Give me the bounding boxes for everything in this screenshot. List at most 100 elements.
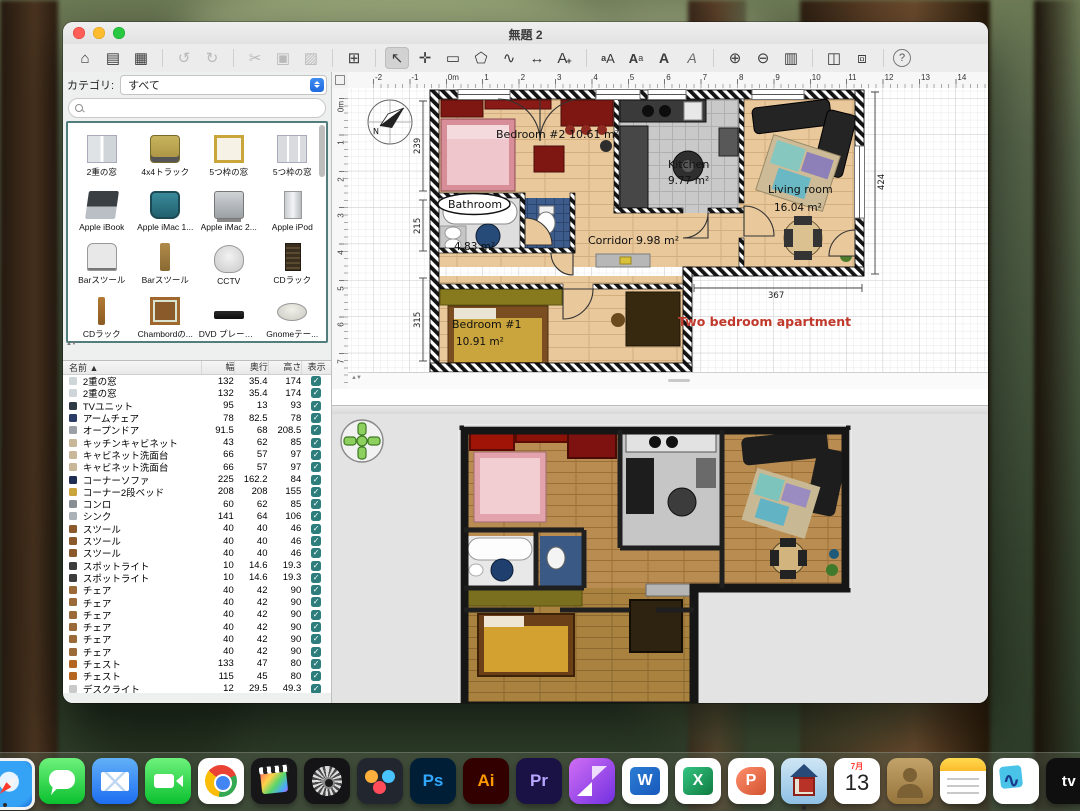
compressor-dock-icon[interactable] [304,758,350,804]
visible-checkbox[interactable]: ✓ [311,475,321,485]
davinci-resolve-dock-icon[interactable] [357,758,403,804]
visible-checkbox[interactable]: ✓ [311,585,321,595]
new-home-icon[interactable]: ⌂ [73,47,97,69]
catalog-item[interactable]: Apple iBook [70,179,134,233]
column-width[interactable]: 幅 [201,361,234,374]
pan-tool-icon[interactable]: ✛ [413,47,437,69]
catalog-item[interactable]: DVD プレーヤ... [197,287,261,341]
catalog-item[interactable]: Apple iPod [261,179,325,233]
create-walls-icon[interactable]: ▭ [441,47,465,69]
visible-checkbox[interactable]: ✓ [311,647,321,657]
furniture-row[interactable]: スポットライト1014.619.3✓ [63,572,331,584]
furniture-row[interactable]: キッチンキャビネット436285✓ [63,436,331,448]
panel-splitter-arrows[interactable]: ▲▼ [66,341,76,347]
contacts-dock-icon[interactable] [887,758,933,804]
notes-dock-icon[interactable] [940,758,986,804]
catalog-item[interactable]: Chambordの... [134,287,198,341]
messages-dock-icon[interactable] [39,758,85,804]
save-home-icon[interactable]: ▦ [129,47,153,69]
furniture-row[interactable]: シンク14164106✓ [63,510,331,522]
furniture-row[interactable]: 2重の窓13235.4174✓ [63,375,331,387]
catalog-item[interactable]: Apple iMac 1... [134,179,198,233]
column-name[interactable]: 名前 ▲ [63,361,201,374]
visible-checkbox[interactable]: ✓ [311,511,321,521]
furniture-row[interactable]: デスクライト1229.549.3✓ [63,682,331,693]
plan-canvas[interactable]: N 239 215 315 [348,88,988,389]
increase-text-size-icon[interactable]: Aa [624,47,648,69]
furniture-row[interactable]: チェア404290✓ [63,609,331,621]
visible-checkbox[interactable]: ✓ [311,597,321,607]
furniture-row[interactable]: コンロ606285✓ [63,498,331,510]
catalog-item[interactable]: Barスツール [70,233,134,287]
visible-checkbox[interactable]: ✓ [311,634,321,644]
furniture-row[interactable]: スツール404046✓ [63,535,331,547]
visible-checkbox[interactable]: ✓ [311,684,321,693]
decrease-text-size-icon[interactable]: aA [596,47,620,69]
create-rooms-icon[interactable]: ⬠ [469,47,493,69]
photo-points-icon[interactable]: ▥ [779,47,803,69]
furniture-row[interactable]: アームチェア7882.578✓ [63,412,331,424]
visible-checkbox[interactable]: ✓ [311,401,321,411]
furniture-row[interactable]: スツール404046✓ [63,523,331,535]
catalog-item[interactable]: 5つ枠の窓 [197,125,261,179]
visible-checkbox[interactable]: ✓ [311,425,321,435]
sweet-home-3d-dock-icon[interactable] [781,758,827,804]
splitter-handle[interactable] [668,379,690,382]
column-visible[interactable]: 表示 [301,361,331,374]
column-depth[interactable]: 奥行 [234,361,267,374]
chrome-dock-icon[interactable] [198,758,244,804]
furniture-row[interactable]: キャビネット洗面台665797✓ [63,449,331,461]
visible-checkbox[interactable]: ✓ [311,487,321,497]
visible-checkbox[interactable]: ✓ [311,610,321,620]
furniture-catalog[interactable]: 2重の窓4x4トラック5つ枠の窓5つ枠の窓Apple iBookApple iM… [66,121,328,343]
furniture-row[interactable]: チェア404290✓ [63,633,331,645]
visible-checkbox[interactable]: ✓ [311,524,321,534]
category-dropdown[interactable]: すべて [120,75,327,95]
illustrator-dock-icon[interactable]: Ai [463,758,509,804]
create-polylines-icon[interactable]: ∿ [497,47,521,69]
search-input[interactable] [84,102,325,115]
visible-checkbox[interactable]: ✓ [311,499,321,509]
premiere-dock-icon[interactable]: Pr [516,758,562,804]
calendar-dock-icon[interactable]: 7月13 [834,758,880,804]
visible-checkbox[interactable]: ✓ [311,622,321,632]
zoom-out-icon[interactable]: ⊖ [751,47,775,69]
catalog-item[interactable]: 4x4トラック [134,125,198,179]
catalog-item[interactable]: 2重の窓 [70,125,134,179]
visible-checkbox[interactable]: ✓ [311,462,321,472]
open-home-icon[interactable]: ▤ [101,47,125,69]
visible-checkbox[interactable]: ✓ [311,548,321,558]
excel-dock-icon[interactable]: X [675,758,721,804]
visible-checkbox[interactable]: ✓ [311,376,321,386]
catalog-item[interactable]: 5つ枠の窓 [261,125,325,179]
powerpoint-dock-icon[interactable]: P [728,758,774,804]
furniture-row[interactable]: チェア404290✓ [63,646,331,658]
create-dimensions-icon[interactable]: ↔ [525,47,549,69]
furniture-list-header[interactable]: 名前 ▲ 幅 奥行 高さ 表示 [63,361,331,375]
help-icon[interactable]: ? [893,49,911,67]
select-tool-icon[interactable]: ↖ [385,47,409,69]
plan-splitter-arrows-icon[interactable]: ▲▼ [351,375,361,381]
visible-checkbox[interactable]: ✓ [311,388,321,398]
freeform-dock-icon[interactable]: ∿ [993,758,1039,804]
3d-navigation-compass[interactable] [338,417,386,465]
visible-checkbox[interactable]: ✓ [311,413,321,423]
furniture-row[interactable]: コーナーソファ225162.284✓ [63,473,331,485]
visible-checkbox[interactable]: ✓ [311,561,321,571]
furniture-row[interactable]: チェア404290✓ [63,596,331,608]
apple-tv-dock-icon[interactable]: tv [1046,758,1080,804]
furniture-row[interactable]: 2重の窓13235.4174✓ [63,387,331,399]
create-photo-icon[interactable]: ◫ [822,47,846,69]
word-dock-icon[interactable]: W [622,758,668,804]
add-text-icon[interactable]: A+ [553,47,577,69]
title-bar[interactable]: 無題 2 [63,22,988,45]
facetime-dock-icon[interactable] [145,758,191,804]
catalog-item[interactable]: Barスツール [134,233,198,287]
affinity-photo-dock-icon[interactable] [569,758,615,804]
zoom-in-icon[interactable]: ⊕ [723,47,747,69]
visible-checkbox[interactable]: ✓ [311,536,321,546]
furniture-row[interactable]: チェスト1334780✓ [63,658,331,670]
furniture-row[interactable]: チェア404290✓ [63,584,331,596]
visible-checkbox[interactable]: ✓ [311,671,321,681]
add-furniture-icon[interactable]: ⊞ [342,47,366,69]
